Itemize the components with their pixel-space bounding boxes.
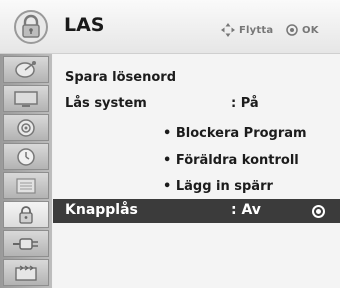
clock-icon	[17, 147, 35, 166]
sidebar-item-input[interactable]	[3, 230, 49, 257]
lock-icon	[19, 205, 33, 224]
menu-item-label: Lås system	[65, 96, 147, 111]
menu-header: LAS Flytta OK	[0, 0, 340, 54]
menu-content: Spara lösenord Lås system : På • Blocker…	[53, 54, 340, 288]
sidebar-item-option[interactable]	[3, 172, 49, 199]
picture-tv-icon	[14, 90, 38, 107]
sidebar-item-usb[interactable]	[3, 259, 49, 286]
hint-ok: OK	[286, 23, 319, 37]
tv-osd-menu: LAS Flytta OK Spara lösenord Lås system …	[0, 0, 340, 288]
menu-item-input-block[interactable]: • Lägg in spärr	[53, 175, 340, 199]
hint-ok-label: OK	[302, 24, 319, 36]
satellite-dish-icon	[15, 60, 36, 78]
input-plug-icon	[13, 237, 38, 250]
sidebar-item-time[interactable]	[3, 143, 49, 170]
menu-item-lock-system[interactable]: Lås system : På	[53, 92, 340, 116]
menu-item-label: Knapplås	[65, 202, 138, 218]
menu-item-block-program[interactable]: • Blockera Program	[53, 122, 340, 146]
menu-item-label: • Blockera Program	[163, 126, 307, 141]
menu-item-value: : På	[231, 96, 259, 111]
menu-item-label: • Lägg in spärr	[163, 179, 273, 194]
page-title: LAS	[64, 14, 105, 36]
audio-speaker-icon	[17, 118, 35, 137]
menu-item-label: Spara lösenord	[65, 70, 176, 85]
sidebar-item-picture[interactable]	[3, 85, 49, 112]
menu-item-parental-control[interactable]: • Föräldra kontroll	[53, 149, 340, 173]
option-icon	[16, 177, 36, 194]
hint-move-label: Flytta	[239, 24, 274, 36]
four-way-arrows-icon	[221, 23, 235, 37]
usb-icon	[15, 265, 37, 281]
menu-item-value: : Av	[231, 202, 261, 218]
sidebar	[0, 54, 52, 288]
hint-move: Flytta	[221, 23, 273, 37]
ok-circle-icon	[286, 24, 298, 36]
menu-item-set-password[interactable]: Spara lösenord	[53, 66, 340, 90]
menu-item-label: • Föräldra kontroll	[163, 153, 299, 168]
lock-icon	[14, 10, 48, 44]
sidebar-item-channel[interactable]	[3, 56, 49, 83]
menu-item-key-lock[interactable]: Knapplås : Av	[53, 199, 340, 223]
sidebar-item-audio[interactable]	[3, 114, 49, 141]
sidebar-item-lock[interactable]	[3, 201, 49, 228]
selected-radio-icon	[312, 205, 325, 218]
